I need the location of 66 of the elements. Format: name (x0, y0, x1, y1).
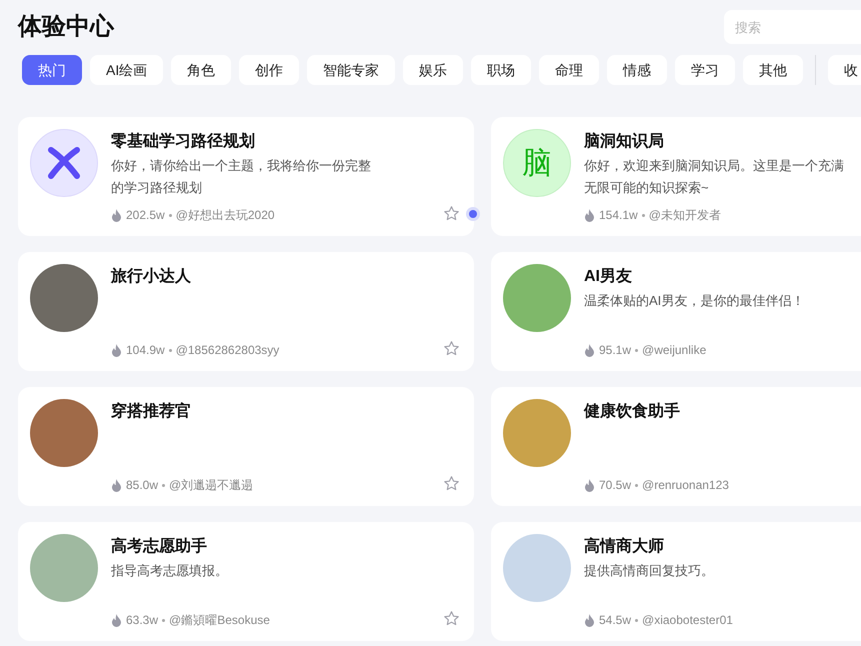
flame-icon (111, 614, 122, 626)
agent-title: 健康饮食助手 (584, 401, 681, 422)
category-tab[interactable]: 情感 (607, 55, 668, 85)
flame-icon (111, 478, 122, 492)
category-tab[interactable]: AI绘画 (90, 55, 164, 85)
agent-card[interactable]: 高考志愿助手 指导高考志愿填报。 63.3w @鏅熲曜Besokuse (18, 522, 474, 641)
category-tab[interactable]: 热门 (22, 55, 82, 85)
agent-card[interactable]: 脑 脑洞知识局 你好，欢迎来到脑洞知识局。这里是一个充满无限可能的知识探索~ 154.1w @未知开发者 (491, 117, 861, 236)
handle-dot[interactable] (466, 207, 480, 221)
heat-count: 85.0w (126, 477, 158, 494)
agent-card[interactable]: 健康饮食助手 70.5w @renruonan123 (491, 387, 861, 506)
star-icon[interactable] (443, 610, 460, 627)
category-tab[interactable]: 职场 (471, 55, 532, 85)
flame-icon (584, 344, 595, 356)
heat-count: 54.5w (599, 612, 632, 629)
heat-count: 104.9w (126, 342, 165, 359)
star-icon[interactable] (443, 475, 460, 492)
author-name: @刘邋遢不邋遢 (169, 477, 254, 494)
agent-card[interactable]: 穿搭推荐官 85.0w @刘邋遢不邋遢 (18, 387, 474, 506)
agent-title: 高情商大师 (584, 536, 665, 557)
agent-description: 你好，欢迎来到脑洞知识局。这里是一个充满无限可能的知识探索~ (584, 157, 845, 197)
category-tab[interactable]: 角色 (171, 55, 232, 85)
page-title: 体验中心 (18, 12, 114, 42)
agent-title: 旅行小达人 (111, 266, 192, 287)
author-name: @18562862803syy (176, 342, 280, 359)
agent-description: 温柔体贴的AI男友，是你的最佳伴侣！ (584, 292, 806, 310)
category-tab[interactable]: 学习 (675, 55, 736, 85)
star-icon[interactable] (443, 205, 460, 222)
author-name: @鏅熲曜Besokuse (169, 612, 270, 629)
search-field[interactable]: 搜索 (724, 10, 861, 44)
agent-card[interactable]: 零基础学习路径规划 你好，请你给出一个主题，我将给你一份完整的学习路径规划 202.5w @好想出去玩2020 (18, 117, 474, 236)
category-tab[interactable]: 智能专家 (307, 55, 396, 85)
agent-card[interactable]: AI男友 温柔体贴的AI男友，是你的最佳伴侣！ 95.1w @weijunlike (491, 252, 861, 371)
heat-count: 70.5w (599, 477, 632, 494)
agent-title: 高考志愿助手 (111, 536, 208, 557)
heat-count: 63.3w (126, 612, 158, 629)
star-icon[interactable] (443, 340, 460, 357)
agent-title: 零基础学习路径规划 (111, 132, 256, 152)
x-logo-icon (47, 146, 81, 180)
agent-description: 提供高情商回复技巧。 (584, 562, 715, 580)
agent-title: 穿搭推荐官 (111, 401, 192, 422)
agent-description: 你好，请你给出一个主题，我将给你一份完整的学习路径规划 (111, 157, 372, 197)
category-tab[interactable]: 其他 (743, 55, 804, 85)
flame-icon (111, 344, 122, 356)
heat-count: 154.1w (599, 207, 638, 224)
agent-card[interactable]: 高情商大师 提供高情商回复技巧。 54.5w @xiaobotester01 (491, 522, 861, 641)
heat-count: 202.5w (126, 207, 165, 224)
author-name: @weijunlike (642, 342, 706, 359)
avatar-letter: 脑 (503, 129, 571, 197)
flame-icon (584, 208, 595, 222)
category-tab[interactable]: 创作 (239, 55, 300, 85)
agent-description: 指导高考志愿填报。 (111, 562, 229, 580)
flame-icon (111, 208, 122, 222)
category-tab[interactable]: 收 (828, 55, 861, 85)
author-name: @好想出去玩2020 (176, 207, 275, 224)
author-name: @renruonan123 (642, 477, 729, 494)
heat-count: 95.1w (599, 342, 632, 359)
author-name: @未知开发者 (648, 207, 721, 224)
author-name: @xiaobotester01 (642, 612, 733, 629)
category-tab[interactable]: 娱乐 (403, 55, 464, 85)
flame-icon (584, 614, 595, 626)
agent-title: AI男友 (584, 266, 633, 287)
agent-title: 脑洞知识局 (584, 131, 665, 152)
category-tab[interactable]: 命理 (539, 55, 600, 85)
flame-icon (584, 478, 595, 492)
agent-card[interactable]: 旅行小达人 104.9w @18562862803syy (18, 252, 474, 371)
